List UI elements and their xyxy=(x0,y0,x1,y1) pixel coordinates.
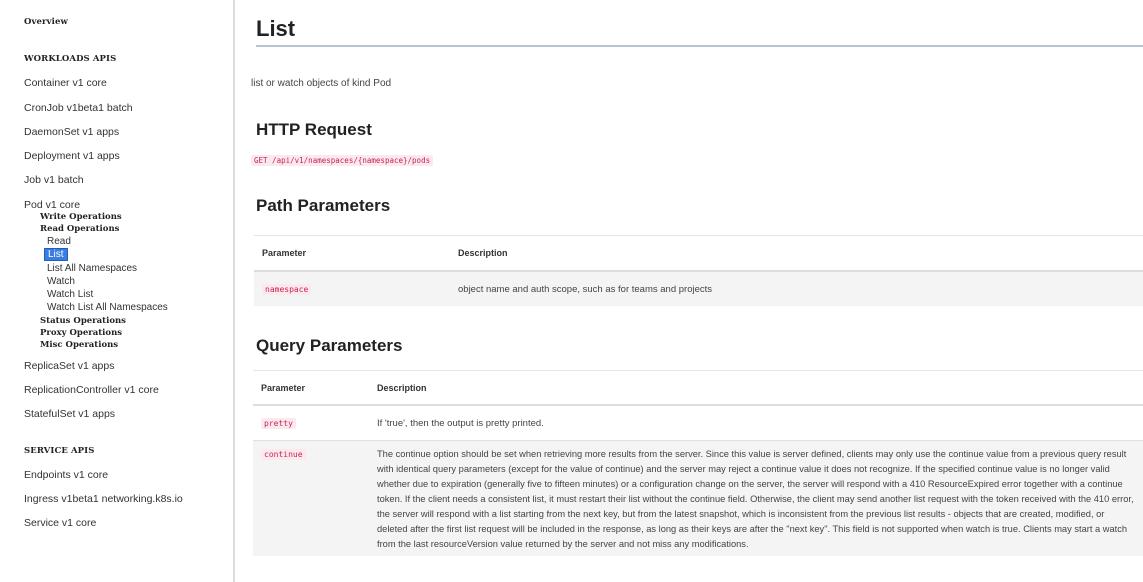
table-row: namespace object name and auth scope, su… xyxy=(254,270,1143,306)
param-code: pretty xyxy=(261,417,296,429)
desc-cell: The continue option should be set when r… xyxy=(369,440,1143,556)
sidebar-pod-write-operations[interactable]: Write Operations xyxy=(40,212,232,222)
sidebar-item-statefulset[interactable]: StatefulSet v1 apps xyxy=(24,408,232,420)
sidebar-item-pod[interactable]: Pod v1 core xyxy=(24,199,232,211)
table-row: pretty If 'true', then the output is pre… xyxy=(253,404,1143,441)
sidebar-pod-read-operations[interactable]: Read Operations xyxy=(40,224,232,234)
sidebar-pod-misc-operations[interactable]: Misc Operations xyxy=(40,340,232,350)
sidebar-active-highlight[interactable]: List xyxy=(44,248,68,261)
table-header-row: Parameter Description xyxy=(253,370,1143,406)
param-code: continue xyxy=(261,449,306,460)
sidebar-pod-proxy-operations[interactable]: Proxy Operations xyxy=(40,328,232,338)
sidebar-item-daemonset[interactable]: DaemonSet v1 apps xyxy=(24,126,232,138)
sidebar-read-watch-list[interactable]: Watch List xyxy=(47,289,232,300)
summary-text: list or watch objects of kind Pod xyxy=(251,78,392,89)
sidebar-item-ingress[interactable]: Ingress v1beta1 networking.k8s.io xyxy=(24,493,232,505)
desc-cell: object name and auth scope, such as for … xyxy=(450,270,1143,306)
sidebar-read-watch-list-all[interactable]: Watch List All Namespaces xyxy=(47,302,232,313)
sidebar-overview-link[interactable]: Overview xyxy=(24,17,232,27)
desc-cell: If 'true', then the output is pretty pri… xyxy=(369,404,1143,441)
sidebar-section-workloads: WORKLOADS APIS xyxy=(24,54,117,64)
sidebar-item-deployment[interactable]: Deployment v1 apps xyxy=(24,150,232,162)
sidebar-nav: Overview WORKLOADS APIS Container v1 cor… xyxy=(0,0,232,582)
sidebar-read-list[interactable]: List xyxy=(44,248,232,261)
sidebar-item-replicaset[interactable]: ReplicaSet v1 apps xyxy=(24,360,232,372)
column-header-parameter: Parameter xyxy=(253,370,369,406)
query-parameters-table: Parameter Description pretty If 'true', … xyxy=(253,370,1143,556)
sidebar-item-endpoints[interactable]: Endpoints v1 core xyxy=(24,469,232,481)
query-parameters-heading: Query Parameters xyxy=(256,336,403,355)
path-parameters-heading: Path Parameters xyxy=(256,196,391,215)
main-content: List list or watch objects of kind Pod H… xyxy=(246,0,1143,582)
page-title: List xyxy=(256,16,296,41)
param-cell: pretty xyxy=(253,404,369,441)
param-code: namespace xyxy=(262,283,312,295)
column-header-parameter: Parameter xyxy=(254,235,450,272)
sidebar-read-read[interactable]: Read xyxy=(47,236,232,247)
table-row: continue The continue option should be s… xyxy=(253,440,1143,556)
sidebar-divider xyxy=(233,0,235,582)
table-header-row: Parameter Description xyxy=(254,235,1143,272)
sidebar-read-list-all-namespaces[interactable]: List All Namespaces xyxy=(47,263,232,274)
sidebar-item-job[interactable]: Job v1 batch xyxy=(24,174,232,186)
http-request-code: GET /api/v1/namespaces/{namespace}/pods xyxy=(251,155,434,166)
sidebar-section-service: SERVICE APIS xyxy=(24,446,95,456)
http-request-heading: HTTP Request xyxy=(256,120,372,139)
sidebar-item-cronjob[interactable]: CronJob v1beta1 batch xyxy=(24,102,232,114)
sidebar-item-replicationcontroller[interactable]: ReplicationController v1 core xyxy=(24,384,232,396)
path-parameters-table: Parameter Description namespace object n… xyxy=(254,235,1143,306)
sidebar-item-service[interactable]: Service v1 core xyxy=(24,517,232,529)
param-cell: continue xyxy=(253,440,369,556)
param-cell: namespace xyxy=(254,270,450,306)
column-header-description: Description xyxy=(369,370,1143,406)
sidebar-pod-status-operations[interactable]: Status Operations xyxy=(40,316,232,326)
column-header-description: Description xyxy=(450,235,1143,272)
title-divider xyxy=(256,45,1143,47)
sidebar-read-watch[interactable]: Watch xyxy=(47,276,232,287)
sidebar-item-container[interactable]: Container v1 core xyxy=(24,77,232,89)
